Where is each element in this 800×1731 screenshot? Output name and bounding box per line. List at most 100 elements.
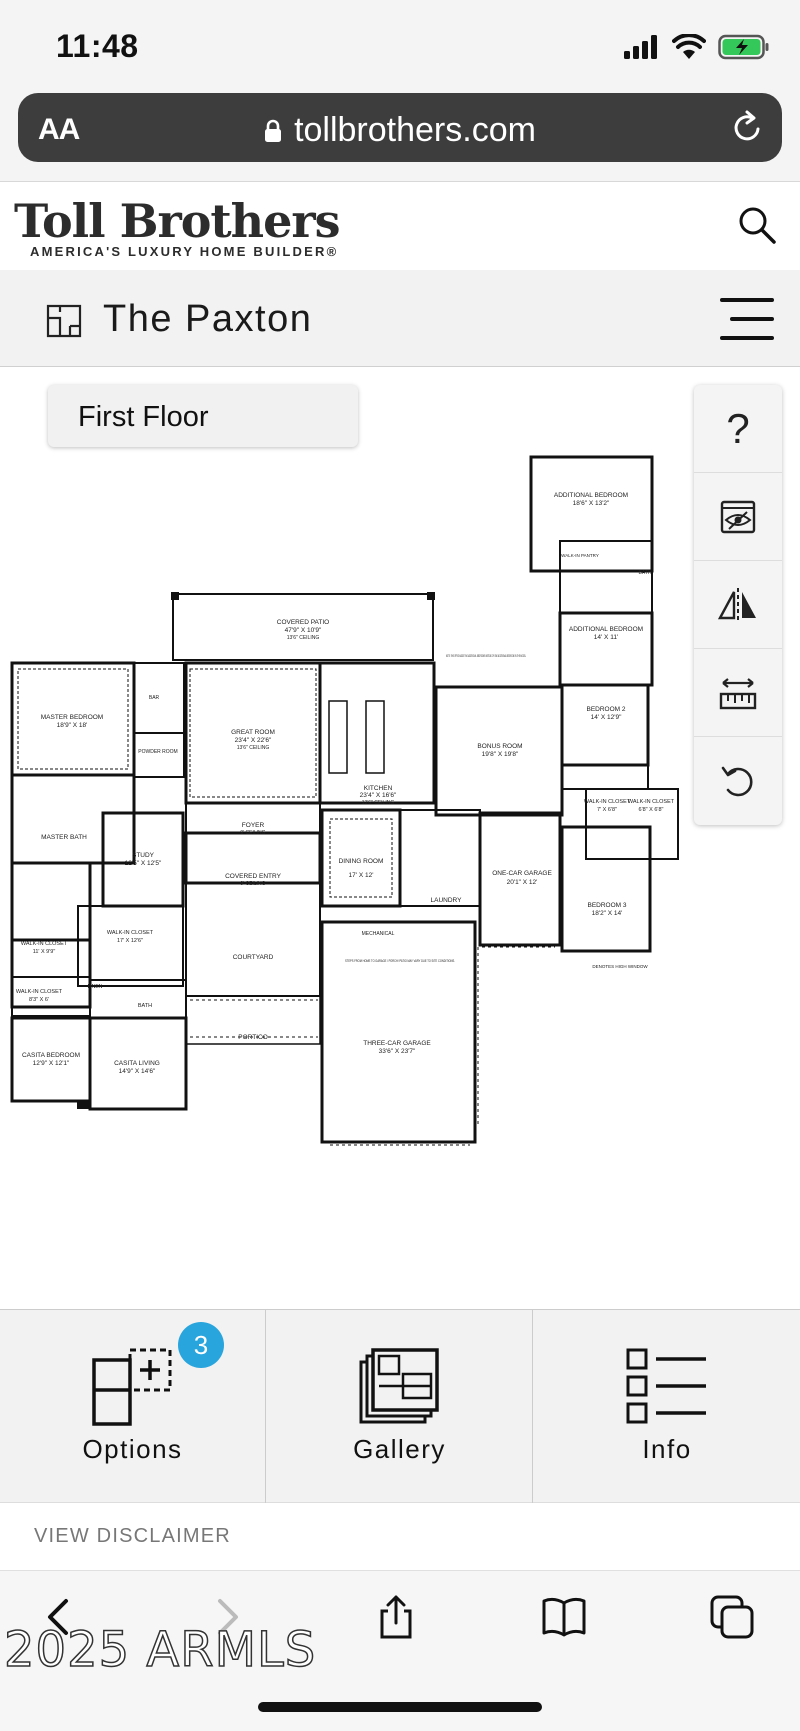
label-foyer: FOYER [242, 822, 265, 829]
info-list-icon [626, 1348, 706, 1424]
label-kitchen: KITCHEN [364, 785, 393, 792]
label-study-dim: 12'5" X 12'5" [125, 860, 162, 867]
label-additional-bedroom-top: ADDITIONAL BEDROOM [554, 492, 628, 499]
label-portico: PORTICO [238, 1034, 268, 1041]
label-bonus-room-dim: 19'8" X 19'8" [482, 751, 519, 758]
label-great-room-ceiling: 13'6" CEILING [237, 745, 270, 751]
label-mechanical: MECHANICAL [362, 931, 395, 937]
help-button[interactable]: ? [694, 385, 782, 473]
label-high-window: DENOTES HIGH WINDOW [592, 964, 648, 969]
floor-selector[interactable]: First Floor [48, 385, 358, 447]
search-icon[interactable] [736, 204, 778, 246]
undo-icon [721, 766, 753, 797]
label-walkin-pantry: WALK-IN PANTRY [561, 553, 599, 558]
label-foyer-ceiling: 9' CEILING [240, 830, 265, 836]
label-casita-bath: BATH [138, 1003, 152, 1009]
label-bedroom3: BEDROOM 3 [587, 902, 626, 909]
label-casita-bedroom: CASITA BEDROOM [22, 1052, 80, 1059]
label-casita-living: CASITA LIVING [114, 1060, 160, 1067]
label-walkin-closet-master1: WALK-IN CLOSET [21, 941, 68, 947]
label-walkin-closet-master2-dim: 17' X 12'6" [117, 938, 143, 944]
toll-brothers-logo[interactable]: Toll Brothers [14, 194, 340, 248]
hamburger-menu-icon[interactable] [720, 296, 774, 342]
label-one-car-garage: ONE-CAR GARAGE [492, 870, 552, 877]
label-covered-patio-dim: 47'9" X 10'9" [285, 627, 322, 634]
label-great-room-dim: 23'4" X 22'6" [235, 737, 272, 744]
label-walkin-closet-b: WALK-IN CLOSET [628, 799, 675, 805]
address-bar[interactable]: AA tollbrothers.com [18, 93, 782, 162]
home-indicator[interactable] [258, 1702, 542, 1712]
disclaimer-bar: VIEW DISCLAIMER [0, 1503, 800, 1571]
help-icon: ? [726, 404, 750, 452]
label-additional-bedroom-2-dim: 14' X 11' [594, 634, 618, 641]
wifi-icon [672, 34, 706, 59]
floor-selector-label: First Floor [78, 401, 209, 433]
label-master-bath: MASTER BATH [41, 834, 87, 841]
page-title: The Paxton [103, 298, 313, 340]
view-toggle-button[interactable] [694, 473, 782, 561]
label-master-bedroom: MASTER BEDROOM [41, 714, 103, 721]
label-additional-bedroom-2: ADDITIONAL BEDROOM [569, 626, 643, 633]
tab-options[interactable]: Options 3 [0, 1310, 266, 1504]
label-covered-patio-ceiling: 13'6" CEILING [287, 635, 320, 641]
label-covered-patio: COVERED PATIO [277, 619, 330, 626]
status-time: 11:48 [56, 28, 139, 64]
mirror-button[interactable] [694, 561, 782, 649]
label-kitchen-ceiling: 13'6" CEILING [362, 800, 395, 806]
tabs-icon[interactable] [708, 1593, 756, 1641]
gallery-icon [359, 1348, 439, 1424]
label-study: STUDY [132, 852, 155, 859]
status-bar: 11:48 [0, 0, 800, 88]
label-kitchen-dim: 23'4" X 16'6" [360, 792, 397, 799]
tab-gallery[interactable]: Gallery [267, 1310, 533, 1504]
view-disclaimer-link[interactable]: VIEW DISCLAIMER [34, 1525, 231, 1548]
label-walkin-closet-casita: WALK-IN CLOSET [16, 989, 63, 995]
floorplan-viewer[interactable]: COVERED PATIO 47'9" X 10'9" 13'6" CEILIN… [0, 367, 800, 1309]
battery-charging-icon [718, 34, 769, 60]
floorplan-icon [46, 304, 82, 338]
label-courtyard: COURTYARD [233, 954, 274, 961]
label-dining-room: DINING ROOM [339, 858, 384, 865]
tab-info[interactable]: Info [534, 1310, 800, 1504]
plan-tools-panel: ? [694, 385, 782, 825]
undo-button[interactable] [694, 737, 782, 825]
share-icon[interactable] [372, 1593, 420, 1641]
label-powder-room: POWDER ROOM [138, 749, 177, 755]
cellular-signal-icon [624, 35, 657, 59]
lock-icon [265, 119, 282, 142]
label-casita-bedroom-dim: 12'9" X 12'1" [33, 1060, 70, 1067]
label-walkin-closet-master1-dim: 11' X 9'9" [33, 949, 56, 955]
label-garage-note: STEPS FROM HOME TO GARAGE / PORCH/ PATIO… [345, 958, 455, 963]
bookmarks-icon[interactable] [540, 1593, 588, 1641]
label-master-bedroom-dim: 18'9" X 18' [57, 722, 88, 729]
label-three-car-garage-dim: 33'6" X 23'7" [379, 1048, 416, 1055]
label-dining-room-dim: 17' X 12' [349, 872, 374, 879]
url-text: tollbrothers.com [294, 111, 536, 149]
mirror-flip-icon [718, 587, 756, 622]
label-walkin-closet-b-dim: 6'8" X 6'8" [639, 807, 664, 813]
watermark-text: 2025 ARMLS [3, 1621, 317, 1679]
tab-gallery-label: Gallery [353, 1434, 446, 1464]
label-bath-top: BATH [639, 570, 652, 576]
label-linen: LINEN [88, 984, 103, 990]
browser-address-area: AA tollbrothers.com [0, 88, 800, 182]
label-walkin-closet-casita-dim: 8'3" X 6' [29, 997, 49, 1003]
plan-title-bar: The Paxton [0, 270, 800, 367]
status-icons [624, 34, 770, 60]
brand-tagline: AMERICA'S LUXURY HOME BUILDER® [30, 244, 339, 259]
floorplan-drawing: COVERED PATIO 47'9" X 10'9" 13'6" CEILIN… [10, 455, 679, 1146]
label-note: NOTE: THIS OPTION ADDS TWO ADDITIONAL BE… [446, 653, 526, 658]
reload-icon[interactable] [730, 109, 766, 145]
bottom-tabs: Options 3 Gallery Info [0, 1309, 800, 1504]
label-three-car-garage: THREE-CAR GARAGE [363, 1040, 431, 1047]
label-bedroom2: BEDROOM 2 [586, 706, 625, 713]
label-bar: BAR [149, 695, 160, 701]
url-field[interactable]: tollbrothers.com [18, 111, 782, 150]
options-floorplan-icon [91, 1348, 171, 1426]
tab-info-label: Info [642, 1434, 692, 1464]
options-count-badge: 3 [178, 1322, 224, 1368]
label-walkin-closet-master2: WALK-IN CLOSET [107, 930, 154, 936]
measure-button[interactable] [694, 649, 782, 737]
label-bedroom2-dim: 14' X 12'9" [591, 714, 623, 721]
label-additional-bedroom-top-dim: 18'6" X 13'2" [573, 500, 610, 507]
